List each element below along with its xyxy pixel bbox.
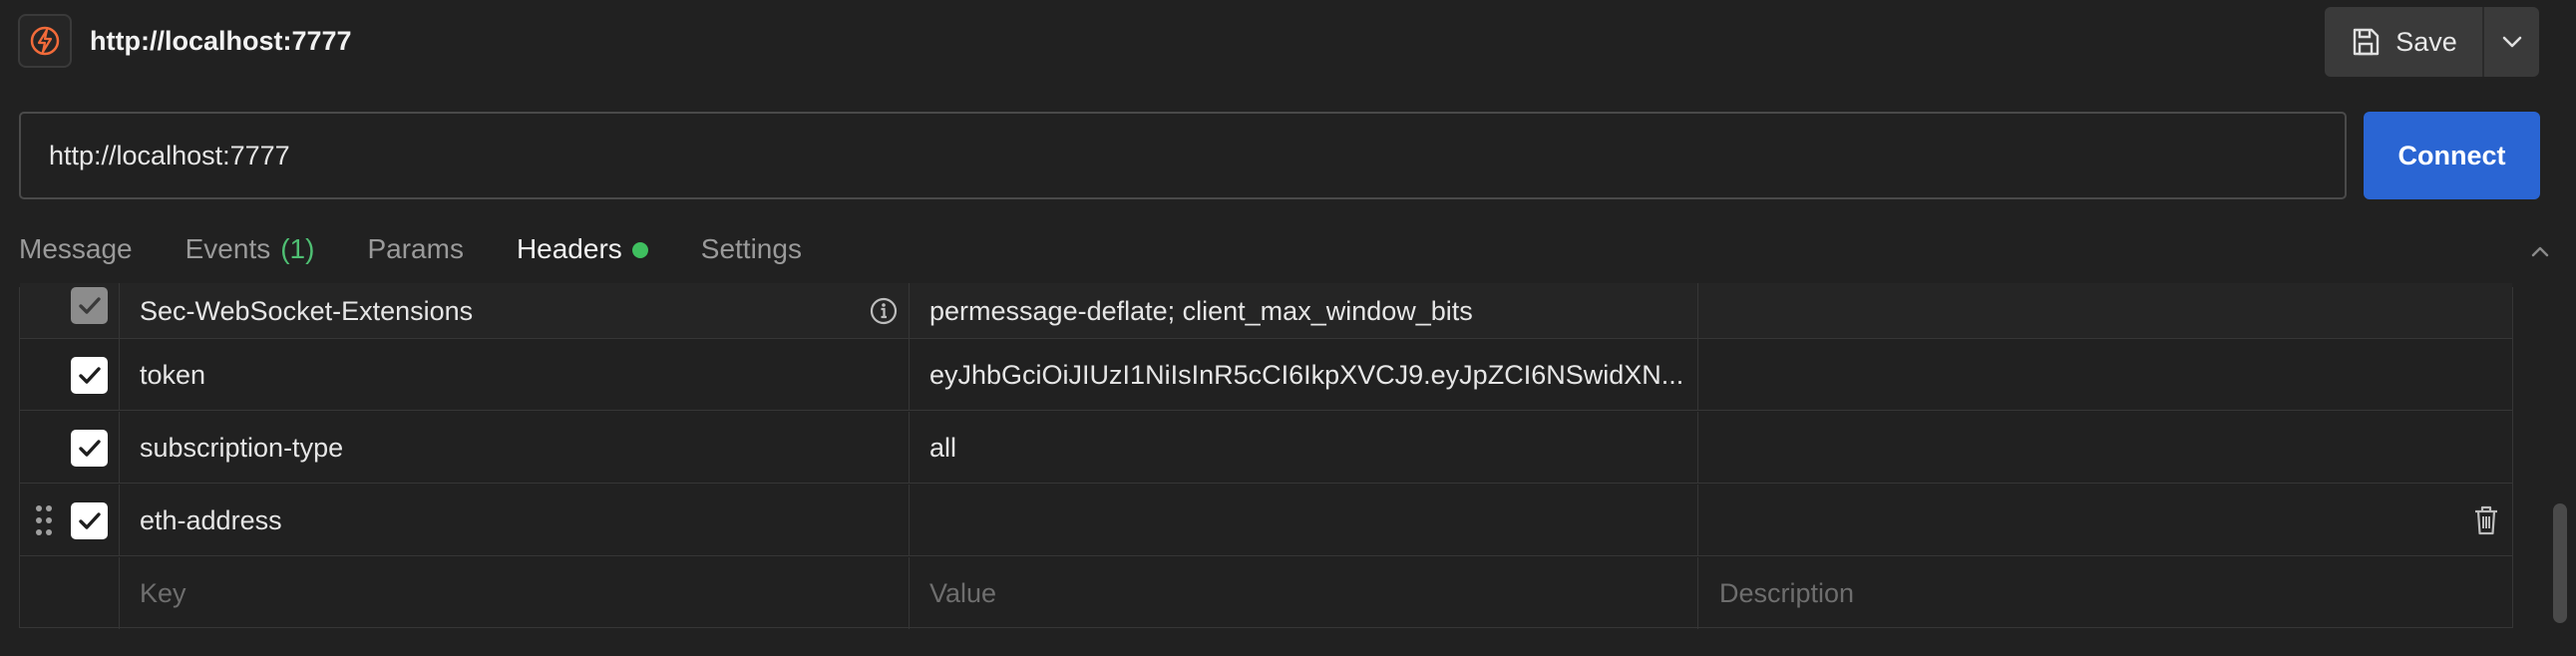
tab-events[interactable]: Events (1) xyxy=(185,233,315,289)
tab-headers[interactable]: Headers xyxy=(516,233,648,289)
description-cell[interactable] xyxy=(1698,283,2512,339)
request-title[interactable]: http://localhost:7777 xyxy=(90,26,352,57)
events-count-badge: (1) xyxy=(280,233,315,264)
tab-label: Settings xyxy=(700,233,802,264)
headers-status-dot xyxy=(631,242,648,258)
header-key: Sec-WebSocket-Extensions xyxy=(140,295,474,326)
description-placeholder: Description xyxy=(1719,577,1855,608)
checkbox-cell xyxy=(20,412,120,484)
save-button[interactable]: Save xyxy=(2325,7,2484,77)
key-cell[interactable]: token xyxy=(120,339,910,411)
header-key: eth-address xyxy=(140,504,282,535)
checkmark-icon xyxy=(78,511,101,529)
tab-message[interactable]: Message xyxy=(19,233,133,289)
value-cell[interactable]: permessage-deflate; client_max_window_bi… xyxy=(910,283,1698,339)
connect-button[interactable]: Connect xyxy=(2364,112,2540,199)
save-options-button[interactable] xyxy=(2484,7,2539,77)
checkbox-cell xyxy=(20,485,120,556)
vertical-scrollbar[interactable] xyxy=(2553,503,2567,623)
app-logo-icon xyxy=(18,14,72,68)
key-placeholder: Key xyxy=(140,577,186,608)
header-enabled-checkbox[interactable] xyxy=(71,430,108,467)
value-cell[interactable]: all xyxy=(910,412,1698,484)
request-tabs: Message Events (1) Params Headers Settin… xyxy=(19,233,855,289)
tab-label: Params xyxy=(367,233,464,264)
table-row: token eyJhbGciOiJIUzI1NiIsInR5cCI6IkpXVC… xyxy=(20,339,2512,411)
chevron-down-icon xyxy=(2502,36,2521,48)
table-row: eth-address xyxy=(20,485,2512,556)
chevron-up-icon[interactable] xyxy=(2525,237,2555,267)
table-row: subscription-type all xyxy=(20,412,2512,484)
header-key: token xyxy=(140,359,206,390)
table-row: Sec-WebSocket-Extensions permessage-defl… xyxy=(20,283,2512,339)
header-enabled-checkbox[interactable] xyxy=(71,357,108,394)
header-enabled-checkbox xyxy=(71,287,108,324)
key-cell[interactable]: Sec-WebSocket-Extensions xyxy=(120,283,910,339)
checkmark-icon xyxy=(78,296,101,314)
description-cell[interactable] xyxy=(1698,339,2512,411)
tab-label: Message xyxy=(19,233,133,264)
header-enabled-checkbox[interactable] xyxy=(71,502,108,539)
save-button-group: Save xyxy=(2325,7,2539,77)
checkmark-icon xyxy=(78,366,101,384)
trash-icon[interactable] xyxy=(2472,504,2500,536)
value-cell[interactable]: Value xyxy=(910,557,1698,629)
save-icon xyxy=(2354,28,2380,56)
key-cell[interactable]: eth-address xyxy=(120,485,910,556)
value-cell[interactable]: eyJhbGciOiJIUzI1NiIsInR5cCI6IkpXVCJ9.eyJ… xyxy=(910,339,1698,411)
save-label: Save xyxy=(2395,26,2457,57)
tab-label: Events xyxy=(184,233,271,264)
drag-handle-icon[interactable] xyxy=(34,502,54,538)
tab-params[interactable]: Params xyxy=(367,233,463,289)
header-value: permessage-deflate; client_max_window_bi… xyxy=(929,295,1473,326)
request-header: http://localhost:7777 Save xyxy=(0,0,2576,90)
checkmark-icon xyxy=(78,439,101,457)
tab-settings[interactable]: Settings xyxy=(701,233,802,289)
tab-label: Headers xyxy=(516,233,622,264)
header-value: eyJhbGciOiJIUzI1NiIsInR5cCI6IkpXVCJ9.eyJ… xyxy=(929,359,1684,390)
headers-table: Sec-WebSocket-Extensions permessage-defl… xyxy=(19,283,2513,629)
key-cell[interactable]: subscription-type xyxy=(120,412,910,484)
url-input[interactable]: http://localhost:7777 xyxy=(19,112,2347,199)
description-cell[interactable] xyxy=(1698,412,2512,484)
checkbox-cell xyxy=(20,557,120,629)
checkbox-cell xyxy=(20,283,120,339)
table-row-new: Key Value Description xyxy=(20,557,2512,629)
description-cell[interactable] xyxy=(1698,485,2512,556)
header-value: all xyxy=(929,432,957,463)
header-key: subscription-type xyxy=(140,432,344,463)
value-cell[interactable] xyxy=(910,485,1698,556)
checkbox-cell xyxy=(20,339,120,411)
info-icon[interactable] xyxy=(869,296,899,326)
key-cell[interactable]: Key xyxy=(120,557,910,629)
value-placeholder: Value xyxy=(929,577,997,608)
description-cell[interactable]: Description xyxy=(1698,557,2512,629)
